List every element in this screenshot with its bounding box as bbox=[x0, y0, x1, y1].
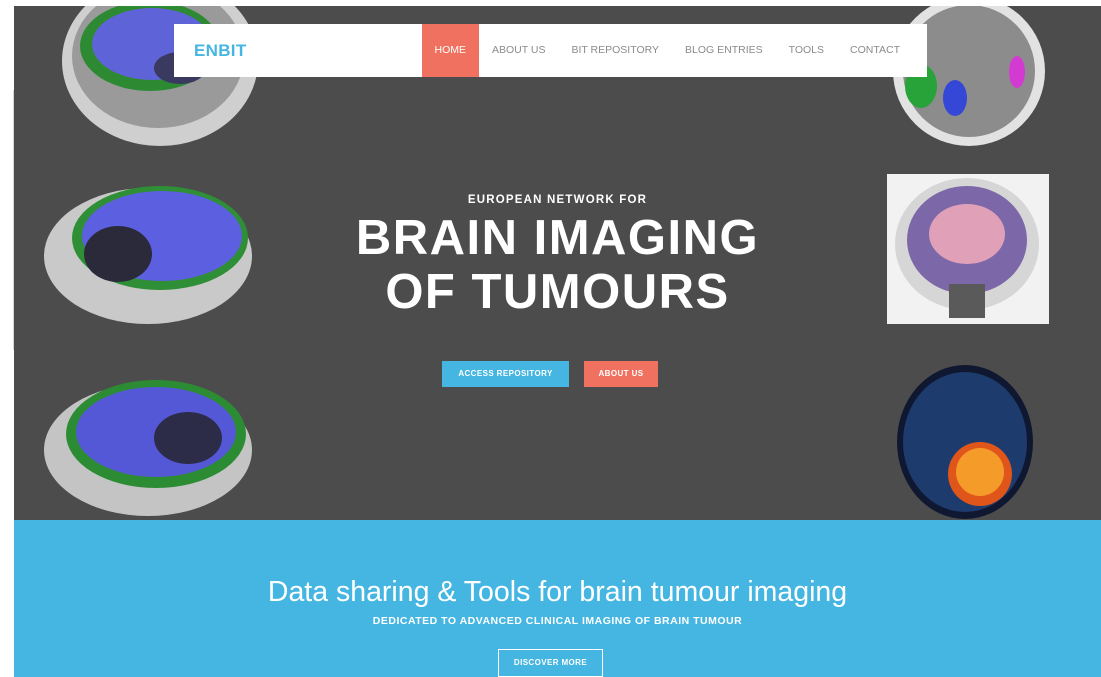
hero-headline: BRAIN IMAGING OF TUMOURS bbox=[14, 211, 1101, 319]
hero-headline-line-1: BRAIN IMAGING bbox=[355, 211, 760, 265]
discover-more-button[interactable]: DISCOVER MORE bbox=[498, 649, 603, 677]
hero-kicker: EUROPEAN NETWORK FOR bbox=[467, 194, 648, 206]
about-us-button[interactable]: ABOUT US bbox=[584, 361, 658, 387]
band-subtitle: DEDICATED TO ADVANCED CLINICAL IMAGING O… bbox=[372, 615, 743, 627]
brain-scan-image-bottom-left bbox=[38, 368, 253, 520]
site-logo[interactable]: ENBIT bbox=[194, 24, 247, 77]
main-nav: HOME ABOUT US BIT REPOSITORY BLOG ENTRIE… bbox=[421, 24, 914, 77]
nav-item-home[interactable]: HOME bbox=[421, 24, 479, 77]
nav-item-bit-repository[interactable]: BIT REPOSITORY bbox=[558, 24, 672, 77]
nav-item-tools[interactable]: TOOLS bbox=[776, 24, 837, 77]
hero-section: ENBIT HOME ABOUT US BIT REPOSITORY BLOG … bbox=[14, 6, 1101, 520]
hero-headline-line-2: OF TUMOURS bbox=[385, 265, 730, 319]
intro-band: Data sharing & Tools for brain tumour im… bbox=[14, 520, 1101, 677]
nav-item-about-us[interactable]: ABOUT US bbox=[479, 24, 558, 77]
nav-item-blog-entries[interactable]: BLOG ENTRIES bbox=[672, 24, 776, 77]
brain-scan-image-bottom-right bbox=[894, 362, 1036, 520]
page-frame: ENBIT HOME ABOUT US BIT REPOSITORY BLOG … bbox=[14, 6, 1101, 677]
nav-item-contact[interactable]: CONTACT bbox=[837, 24, 913, 77]
top-navbar: ENBIT HOME ABOUT US BIT REPOSITORY BLOG … bbox=[174, 24, 927, 77]
band-title: Data sharing & Tools for brain tumour im… bbox=[267, 576, 848, 608]
access-repository-button[interactable]: ACCESS REPOSITORY bbox=[442, 361, 569, 387]
